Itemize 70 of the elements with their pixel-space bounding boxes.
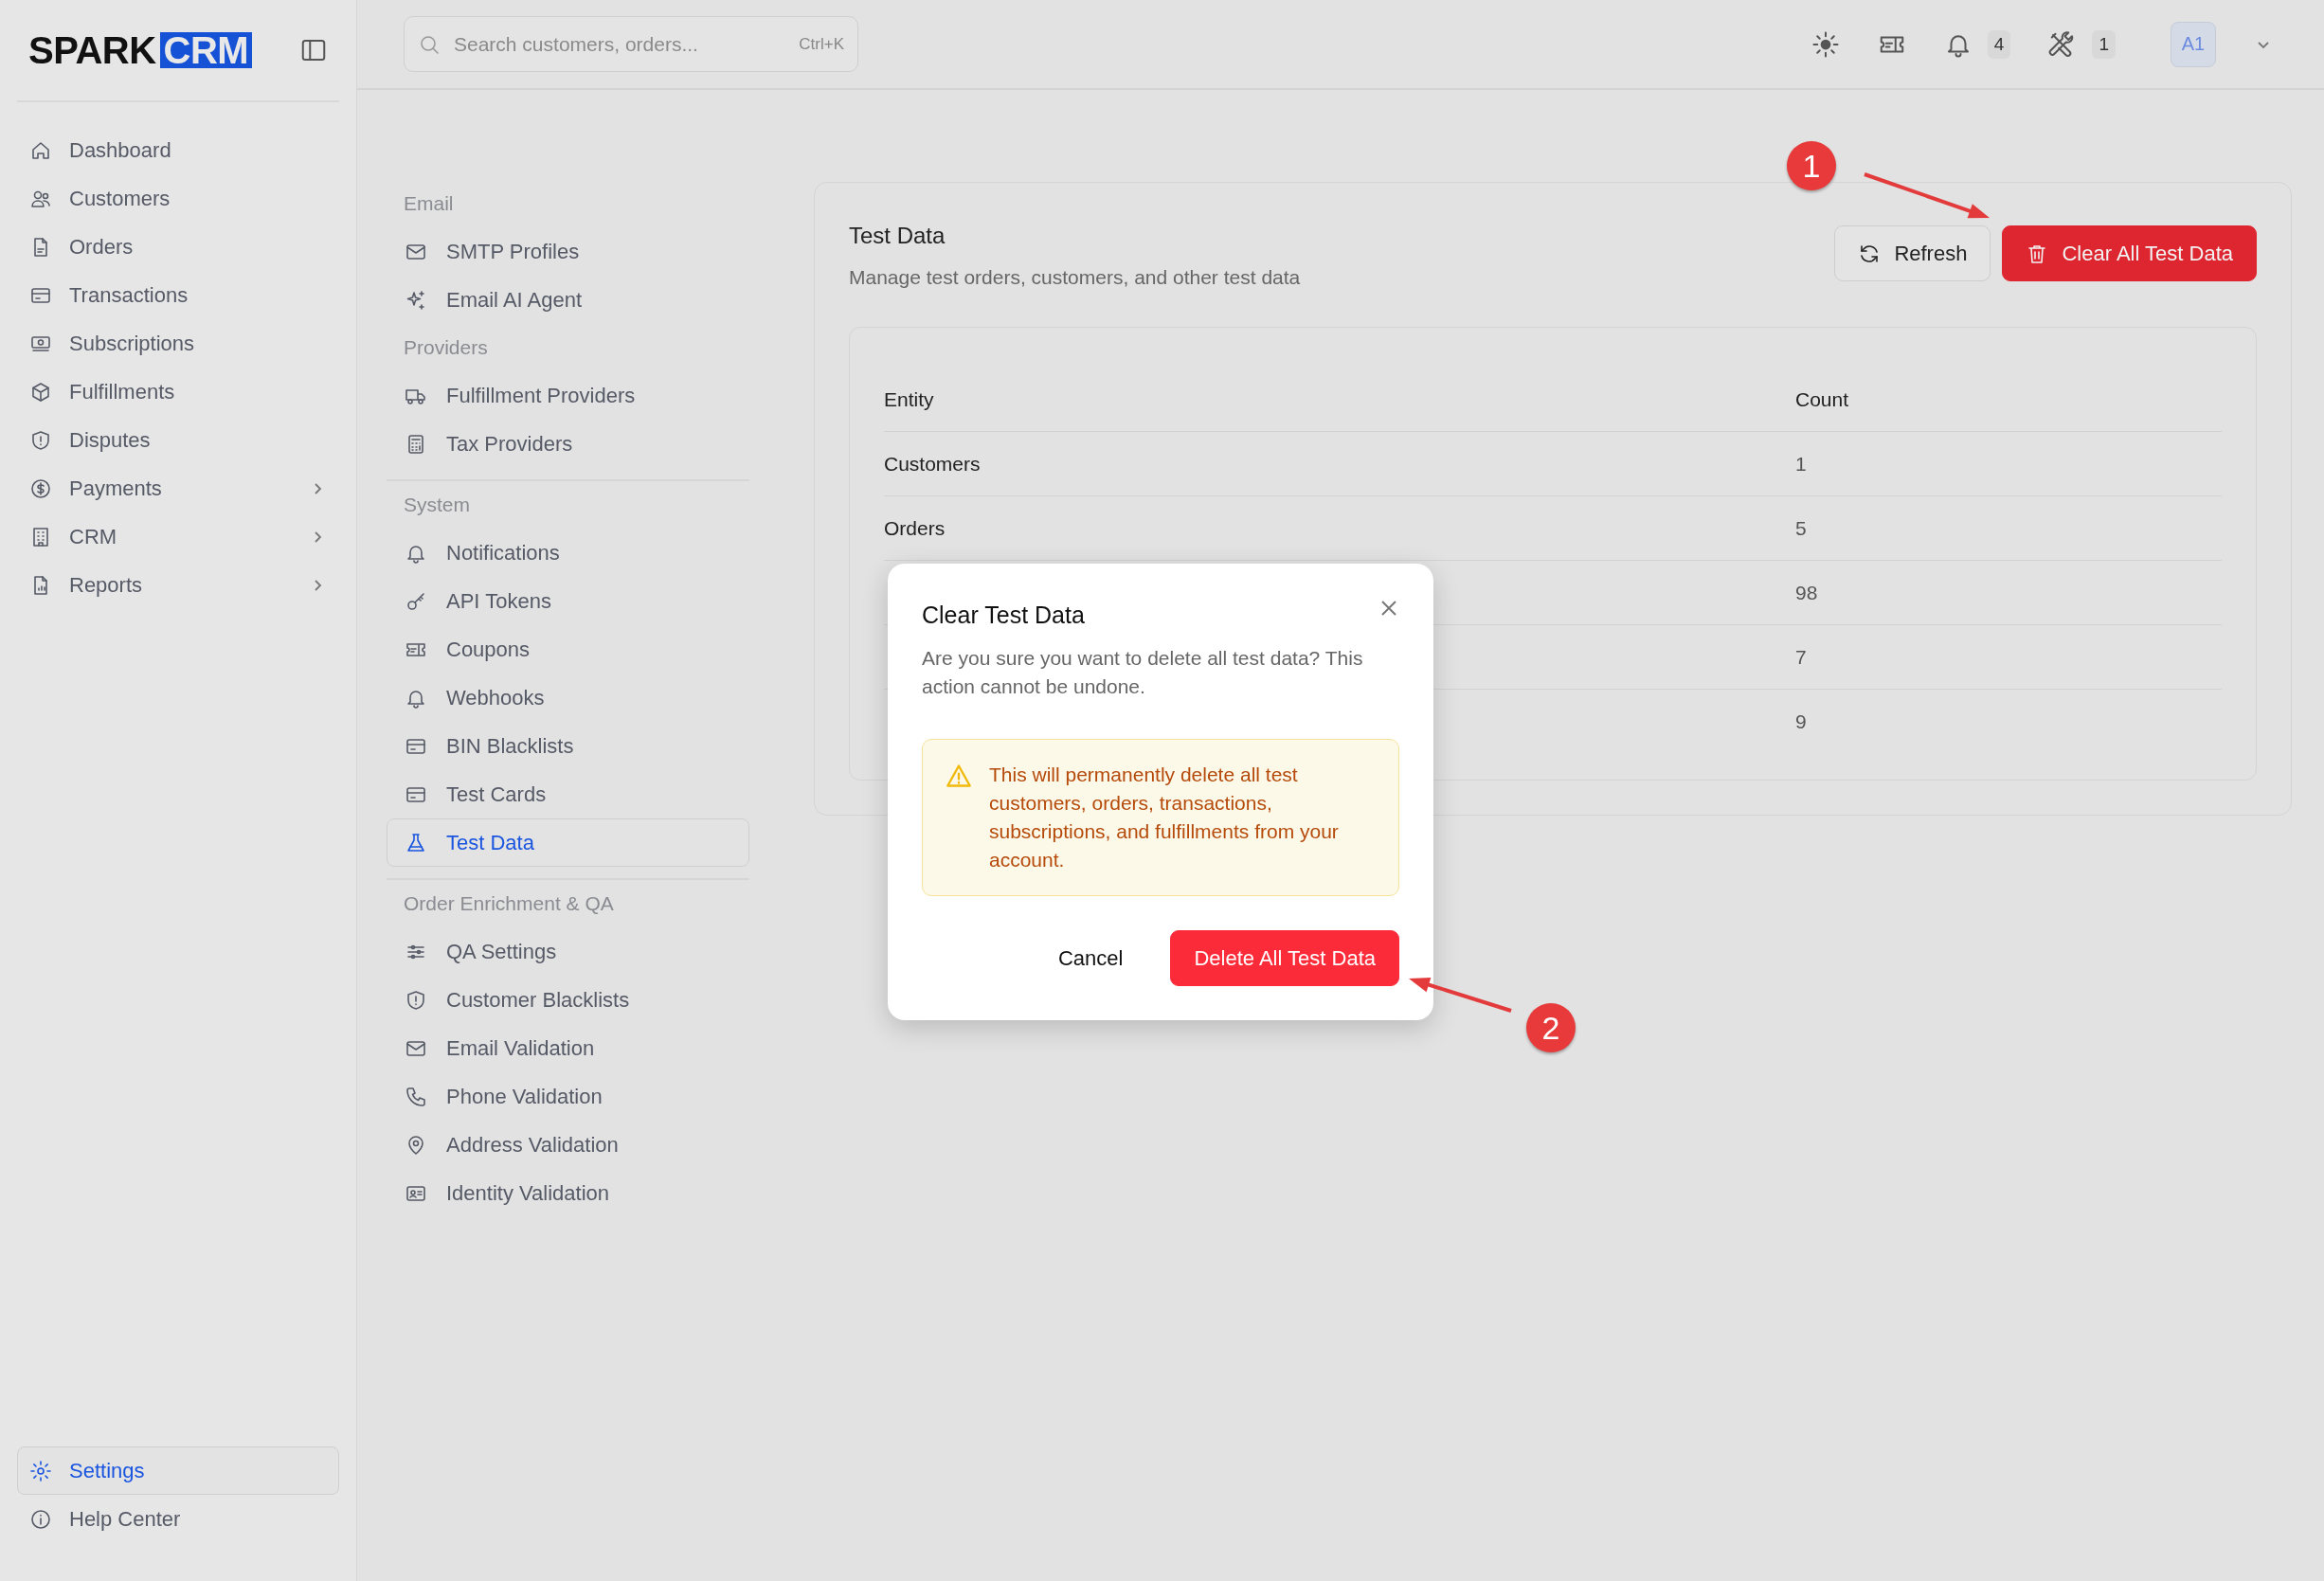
settings-nav-item[interactable]: Address Validation	[387, 1121, 749, 1169]
settings-nav-item[interactable]: Webhooks	[387, 674, 749, 722]
settings-nav-item[interactable]: Test Data	[387, 818, 749, 867]
settings-icon	[29, 1459, 52, 1482]
shield-icon	[405, 988, 427, 1012]
table-cell-text: 5	[1795, 516, 1808, 540]
box-icon	[29, 380, 52, 404]
settings-nav-item[interactable]: Email AI Agent	[387, 276, 749, 324]
settings-nav-item[interactable]: SMTP Profiles	[387, 227, 749, 276]
settings-nav-item[interactable]: Identity Validation	[387, 1169, 749, 1217]
table-cell-text: Orders	[884, 516, 946, 540]
cancel-button[interactable]: Cancel	[1050, 930, 1131, 986]
nav-item[interactable]: Disputes	[17, 416, 339, 464]
card-title: Test Data	[849, 223, 946, 249]
settings-nav-item[interactable]: QA Settings	[387, 927, 749, 976]
settings-nav-item[interactable]: Coupons	[387, 625, 749, 674]
table-cell-text: 9	[1795, 710, 1808, 733]
callout-number: 2	[1526, 1003, 1576, 1052]
table-cell-text: 7	[1795, 645, 1808, 669]
search-input[interactable]: Search customers, orders...	[452, 31, 788, 57]
warning-text: This will permanently delete all test customers, orders, transactions, subscriptions, and fulfillments from your account.	[989, 763, 1340, 872]
clear-all-button[interactable]: Clear All Test Data	[2002, 225, 2257, 281]
section-heading: Email	[404, 192, 454, 215]
dollar-icon	[29, 476, 52, 500]
settings-nav-item[interactable]: Customer Blacklists	[387, 976, 749, 1024]
table-cell-text: 1	[1795, 452, 1808, 476]
shortcut-hint: Ctrl+K	[799, 34, 844, 54]
delete-all-button[interactable]: Delete All Test Data	[1170, 930, 1399, 986]
notification-count: 4	[1987, 29, 2011, 59]
settings-nav-item[interactable]: Email Validation	[387, 1024, 749, 1072]
table-cell-text: 98	[1795, 581, 1819, 604]
card-subtitle: Manage test orders, customers, and other test data	[849, 266, 1301, 289]
settings-nav-item[interactable]: BIN Blacklists	[387, 722, 749, 770]
nav-item[interactable]: Payments	[17, 464, 339, 512]
nav-item[interactable]: Orders	[17, 223, 339, 271]
logo: SPARK CRM	[28, 28, 253, 72]
flask-icon	[405, 831, 427, 854]
column-header: Count	[1795, 387, 1850, 411]
settings-nav-item[interactable]: Phone Validation	[387, 1072, 749, 1121]
search-field[interactable]: Search customers, orders... Ctrl+K	[404, 16, 858, 72]
settings-nav-item[interactable]: Tax Providers	[387, 420, 749, 468]
nav-item[interactable]: Settings	[17, 1446, 339, 1495]
nav-item[interactable]: Customers	[17, 174, 339, 223]
nav-item[interactable]: Transactions	[17, 271, 339, 319]
tools-count: 1	[2092, 29, 2116, 59]
phone-icon	[405, 1085, 427, 1108]
sun-icon[interactable]	[1811, 29, 1840, 59]
column-header: Entity	[884, 387, 935, 411]
dialog-title: Clear Test Data	[922, 602, 1085, 629]
settings-nav-item[interactable]: API Tokens	[387, 577, 749, 625]
shield-icon	[29, 428, 52, 452]
settings-nav-item[interactable]: Notifications	[387, 529, 749, 577]
callout-number: 1	[1787, 141, 1836, 190]
nav-item[interactable]: Fulfillments	[17, 368, 339, 416]
refresh-button[interactable]: Refresh	[1834, 225, 1991, 281]
sparkles-icon	[405, 288, 427, 312]
nav-item[interactable]: Subscriptions	[17, 319, 339, 368]
settings-nav-item[interactable]: Fulfillment Providers	[387, 371, 749, 420]
warning-icon	[946, 763, 972, 789]
nav-item[interactable]: Help Center	[17, 1495, 339, 1543]
dialog-message: Are you sure you want to delete all test data? This action cannot be undone.	[922, 646, 1364, 699]
nav-item[interactable]: Reports	[17, 561, 339, 609]
section-heading: Order Enrichment & QA	[404, 892, 614, 915]
table-cell-text: Customers	[884, 452, 982, 476]
section-heading: Providers	[404, 336, 488, 359]
nav-item[interactable]: Dashboard	[17, 126, 339, 174]
info-icon	[29, 1507, 52, 1531]
settings-nav-item[interactable]: Test Cards	[387, 770, 749, 818]
nav-item[interactable]: CRM	[17, 512, 339, 561]
section-heading: System	[404, 494, 470, 516]
